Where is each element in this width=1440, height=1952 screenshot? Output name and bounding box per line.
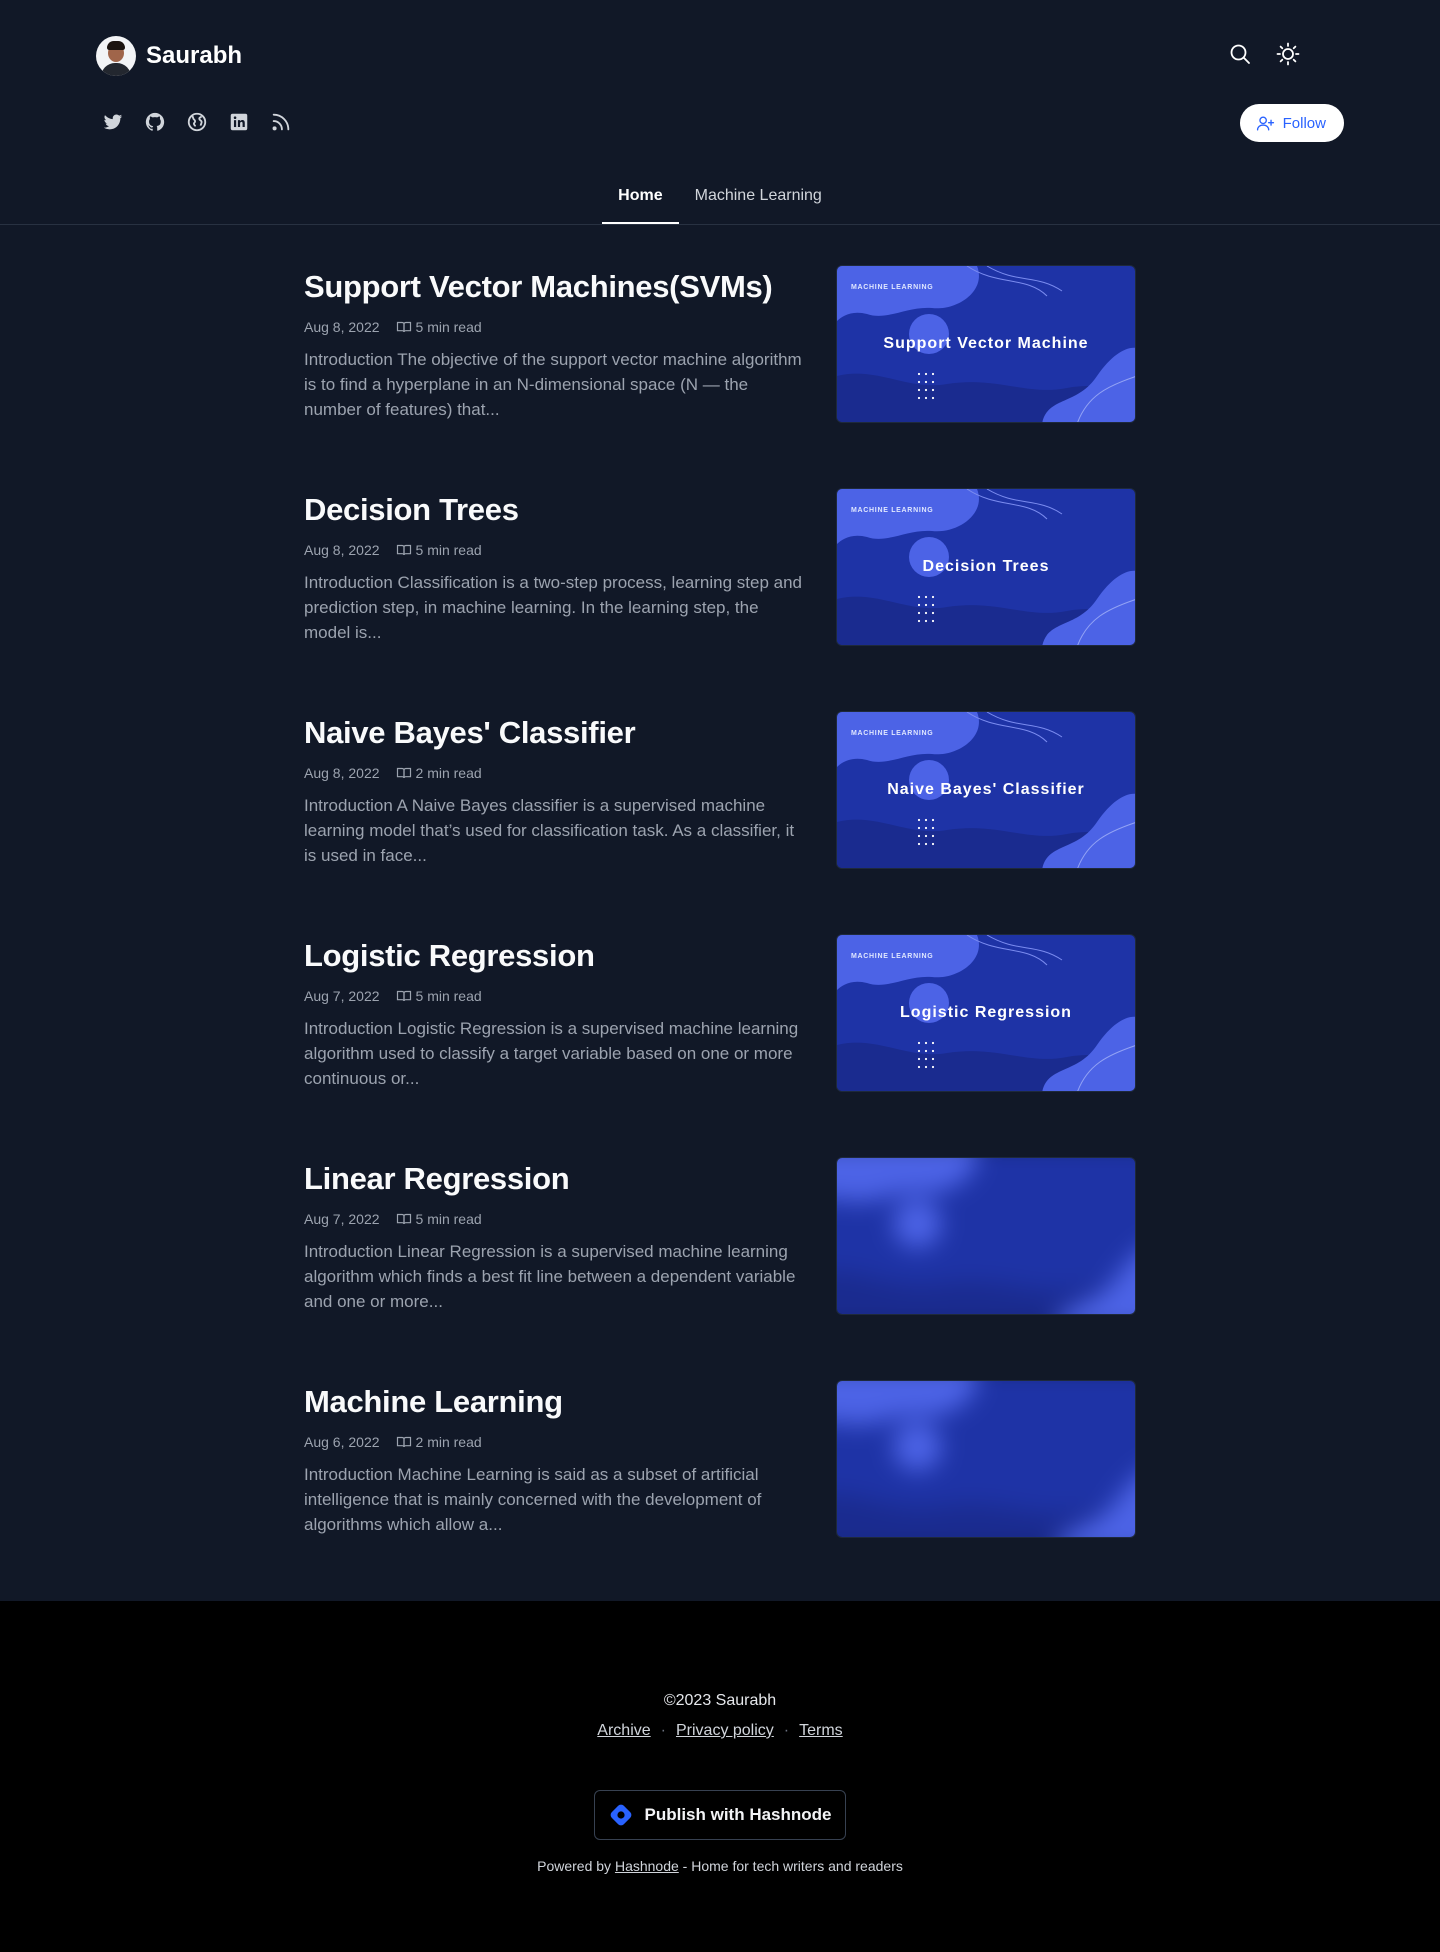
archive-link[interactable]: Archive bbox=[597, 1722, 650, 1740]
post-excerpt[interactable]: Introduction A Naive Bayes classifier is… bbox=[304, 793, 804, 868]
site-footer: ©2023 Saurabh Archive · Privacy policy ·… bbox=[0, 1601, 1440, 1952]
post-card[interactable]: Naive Bayes' Classifier Aug 8, 2022 2 min … bbox=[304, 711, 1136, 869]
footer-links: Archive · Privacy policy · Terms bbox=[0, 1722, 1440, 1740]
cover-kicker: MACHINE LEARNING bbox=[851, 507, 934, 514]
book-icon bbox=[396, 319, 412, 335]
post-card[interactable]: Decision Trees Aug 8, 2022 5 min read Intro… bbox=[304, 488, 1136, 646]
blog-name[interactable]: Saurabh bbox=[146, 42, 242, 70]
site-header: Saurabh Follow Home Machine Learning bbox=[0, 0, 1440, 225]
post-cover-image[interactable]: MACHINE LEARNING Naive Bayes' Classifier bbox=[836, 711, 1136, 869]
post-excerpt[interactable]: Introduction The objective of the suppor… bbox=[304, 347, 804, 422]
post-date: Aug 7, 2022 bbox=[304, 1211, 380, 1227]
blog-brand[interactable]: Saurabh bbox=[96, 36, 242, 76]
privacy-policy-link[interactable]: Privacy policy bbox=[676, 1722, 774, 1740]
follow-label: Follow bbox=[1282, 114, 1326, 132]
twitter-icon[interactable] bbox=[102, 111, 124, 133]
separator-dot: · bbox=[783, 1722, 790, 1739]
post-cover-image[interactable]: MACHINE LEARNING Logistic Regression bbox=[836, 934, 1136, 1092]
globe-icon[interactable] bbox=[186, 111, 208, 133]
search-icon[interactable] bbox=[1228, 42, 1252, 66]
read-time: 5 min read bbox=[396, 319, 482, 335]
publish-with-hashnode-button[interactable]: Publish with Hashnode bbox=[594, 1790, 846, 1840]
post-cover-image[interactable] bbox=[836, 1380, 1136, 1538]
post-title[interactable]: Naive Bayes' Classifier bbox=[304, 713, 804, 753]
post-title[interactable]: Decision Trees bbox=[304, 490, 804, 530]
linkedin-icon[interactable] bbox=[228, 111, 250, 133]
book-icon bbox=[396, 765, 412, 781]
publish-label: Publish with Hashnode bbox=[644, 1805, 832, 1824]
post-date: Aug 6, 2022 bbox=[304, 1434, 380, 1450]
post-meta: Aug 8, 2022 5 min read bbox=[304, 319, 804, 335]
cover-title: Naive Bayes' Classifier bbox=[887, 781, 1085, 798]
separator-dot: · bbox=[660, 1722, 666, 1739]
hashnode-logo-icon bbox=[608, 1802, 634, 1828]
read-time: 5 min read bbox=[396, 542, 482, 558]
sun-icon[interactable] bbox=[1276, 42, 1300, 66]
user-plus-icon bbox=[1256, 114, 1275, 133]
post-excerpt[interactable]: Introduction Machine Learning is said as… bbox=[304, 1462, 804, 1537]
book-icon bbox=[396, 542, 412, 558]
cover-kicker: MACHINE LEARNING bbox=[851, 953, 934, 960]
read-time-label: 5 min read bbox=[415, 1211, 482, 1227]
cover-kicker: MACHINE LEARNING bbox=[851, 730, 934, 737]
author-avatar[interactable] bbox=[96, 36, 136, 76]
github-icon[interactable] bbox=[144, 111, 166, 133]
post-excerpt[interactable]: Introduction Classification is a two-ste… bbox=[304, 570, 804, 645]
post-title[interactable]: Linear Regression bbox=[304, 1159, 804, 1199]
cover-title: Support Vector Machine bbox=[883, 335, 1089, 352]
post-meta: Aug 6, 2022 2 min read bbox=[304, 1434, 804, 1450]
read-time-label: 5 min read bbox=[415, 319, 482, 335]
book-icon bbox=[396, 1211, 412, 1227]
post-excerpt[interactable]: Introduction Linear Regression is a supe… bbox=[304, 1239, 804, 1314]
post-title[interactable]: Logistic Regression bbox=[304, 936, 804, 976]
book-icon bbox=[396, 988, 412, 1004]
post-date: Aug 8, 2022 bbox=[304, 542, 380, 558]
post-excerpt[interactable]: Introduction Logistic Regression is a su… bbox=[304, 1016, 804, 1091]
post-card[interactable]: Logistic Regression Aug 7, 2022 5 min read… bbox=[304, 934, 1136, 1092]
blog-nav: Home Machine Learning bbox=[0, 179, 1440, 224]
post-meta: Aug 8, 2022 2 min read bbox=[304, 765, 804, 781]
post-list: Support Vector Machines(SVMs) Aug 8, 2022… bbox=[304, 265, 1136, 1538]
read-time-label: 2 min read bbox=[415, 765, 482, 781]
book-icon bbox=[396, 1434, 412, 1450]
read-time: 5 min read bbox=[396, 1211, 482, 1227]
post-title[interactable]: Support Vector Machines(SVMs) bbox=[304, 267, 804, 307]
post-card[interactable]: Support Vector Machines(SVMs) Aug 8, 2022… bbox=[304, 265, 1136, 423]
hashnode-link[interactable]: Hashnode bbox=[615, 1858, 679, 1874]
powered-suffix: - Home for tech writers and readers bbox=[682, 1858, 903, 1874]
post-cover-image[interactable] bbox=[836, 1157, 1136, 1315]
copyright: ©2023 Saurabh bbox=[663, 1692, 777, 1709]
read-time: 5 min read bbox=[396, 988, 482, 1004]
read-time: 2 min read bbox=[396, 1434, 482, 1450]
post-card[interactable]: Linear Regression Aug 7, 2022 5 min read In… bbox=[304, 1157, 1136, 1315]
post-meta: Aug 8, 2022 5 min read bbox=[304, 542, 804, 558]
post-card[interactable]: Machine Learning Aug 6, 2022 2 min read Int… bbox=[304, 1380, 1136, 1538]
post-cover-image[interactable]: MACHINE LEARNING Support Vector Machine bbox=[836, 265, 1136, 423]
post-meta: Aug 7, 2022 5 min read bbox=[304, 1211, 804, 1227]
read-time-label: 2 min read bbox=[415, 1434, 482, 1450]
read-time-label: 5 min read bbox=[415, 542, 482, 558]
read-time-label: 5 min read bbox=[415, 988, 482, 1004]
tab-machine-learning[interactable]: Machine Learning bbox=[679, 179, 838, 224]
tab-home[interactable]: Home bbox=[602, 179, 679, 224]
read-time: 2 min read bbox=[396, 765, 482, 781]
terms-link[interactable]: Terms bbox=[799, 1722, 843, 1740]
post-date: Aug 8, 2022 bbox=[304, 319, 380, 335]
post-title[interactable]: Machine Learning bbox=[304, 1382, 804, 1422]
cover-title: Decision Trees bbox=[922, 558, 1050, 575]
powered-by: Powered by Hashnode - Home for tech writ… bbox=[0, 1858, 1440, 1874]
cover-title: Logistic Regression bbox=[900, 1004, 1072, 1021]
powered-prefix: Powered by bbox=[537, 1858, 612, 1874]
post-date: Aug 8, 2022 bbox=[304, 765, 380, 781]
post-cover-image[interactable]: MACHINE LEARNING Decision Trees bbox=[836, 488, 1136, 646]
post-meta: Aug 7, 2022 5 min read bbox=[304, 988, 804, 1004]
follow-button[interactable]: Follow bbox=[1239, 104, 1344, 142]
post-date: Aug 7, 2022 bbox=[304, 988, 380, 1004]
cover-kicker: MACHINE LEARNING bbox=[851, 284, 934, 291]
rss-icon[interactable] bbox=[270, 111, 292, 133]
